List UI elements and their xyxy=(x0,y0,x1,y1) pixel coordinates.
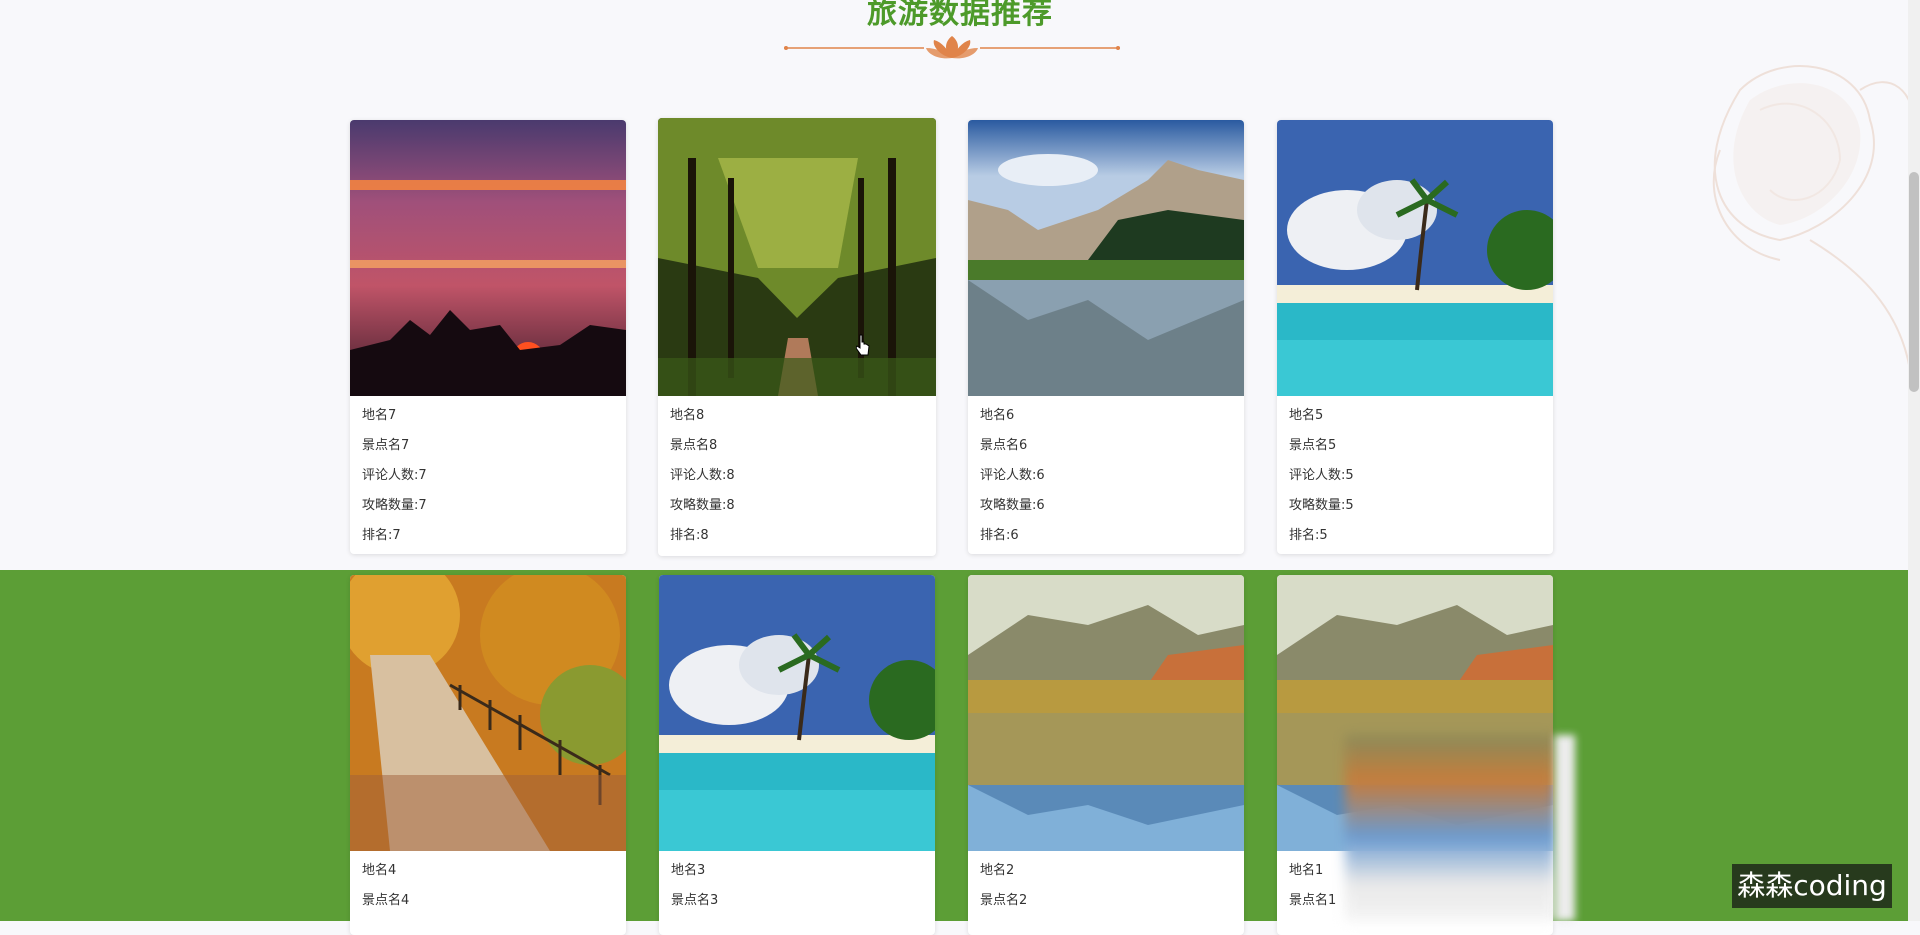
sunset-trees-photo[interactable] xyxy=(350,120,626,396)
comment-count: 评论人数:7 xyxy=(362,468,427,483)
spot-name: 景点名6 xyxy=(980,438,1028,453)
spot-card[interactable]: 地名7 景点名7 评论人数:7 攻略数量:7 排名:7 xyxy=(350,120,626,554)
decorative-flower-icon xyxy=(1712,65,1916,371)
scrollbar-thumb[interactable] xyxy=(1909,172,1919,392)
autumn-path-photo[interactable] xyxy=(350,575,626,851)
place-name: 地名2 xyxy=(980,863,1015,878)
rank: 排名:7 xyxy=(362,528,401,543)
spot-name: 景点名8 xyxy=(670,438,718,453)
guide-count: 攻略数量:7 xyxy=(362,498,427,513)
watermark-label: 森森coding xyxy=(1732,864,1892,908)
place-name: 地名7 xyxy=(362,408,397,423)
video-overlay-edge xyxy=(1555,735,1575,921)
spot-card[interactable]: 地名2 景点名2 xyxy=(968,575,1244,935)
tropical-beach-photo[interactable] xyxy=(659,575,935,851)
mouse-pointer-icon xyxy=(856,334,870,356)
place-name: 地名5 xyxy=(1289,408,1324,423)
rank: 排名:6 xyxy=(980,528,1019,543)
comment-count: 评论人数:5 xyxy=(1289,468,1354,483)
place-name: 地名4 xyxy=(362,863,397,878)
place-name: 地名3 xyxy=(671,863,706,878)
spot-name: 景点名5 xyxy=(1289,438,1337,453)
guide-count: 攻略数量:6 xyxy=(980,498,1045,513)
guide-count: 攻略数量:5 xyxy=(1289,498,1354,513)
upper-section xyxy=(0,0,1920,570)
rank: 排名:5 xyxy=(1289,528,1328,543)
spot-card[interactable]: 地名6 景点名6 评论人数:6 攻略数量:6 排名:6 xyxy=(968,120,1244,554)
spot-card[interactable]: 地名8 景点名8 评论人数:8 攻略数量:8 排名:8 xyxy=(658,118,936,556)
video-overlay-blur xyxy=(1345,735,1555,921)
rank: 排名:8 xyxy=(670,528,709,543)
place-name: 地名8 xyxy=(670,408,705,423)
spot-name: 景点名3 xyxy=(671,893,719,908)
vertical-scrollbar[interactable] xyxy=(1908,0,1920,921)
spot-card[interactable]: 地名4 景点名4 xyxy=(350,575,626,935)
spot-name: 景点名7 xyxy=(362,438,410,453)
guide-count: 攻略数量:8 xyxy=(670,498,735,513)
comment-count: 评论人数:8 xyxy=(670,468,735,483)
title-divider-lotus-icon xyxy=(784,36,1120,59)
mountain-lake-photo[interactable] xyxy=(968,120,1244,396)
green-band-section xyxy=(0,570,1920,921)
section-title: 旅游数据推荐 xyxy=(867,0,1053,31)
tropical-beach-photo[interactable] xyxy=(1277,120,1553,396)
spot-card[interactable]: 地名3 景点名3 xyxy=(659,575,935,935)
comment-count: 评论人数:6 xyxy=(980,468,1045,483)
spot-name: 景点名2 xyxy=(980,893,1028,908)
tree-lined-road-photo[interactable] xyxy=(658,118,936,396)
spot-name: 景点名4 xyxy=(362,893,410,908)
place-name: 地名6 xyxy=(980,408,1015,423)
spot-card[interactable]: 地名5 景点名5 评论人数:5 攻略数量:5 排名:5 xyxy=(1277,120,1553,554)
lake-reflection-photo[interactable] xyxy=(968,575,1244,851)
